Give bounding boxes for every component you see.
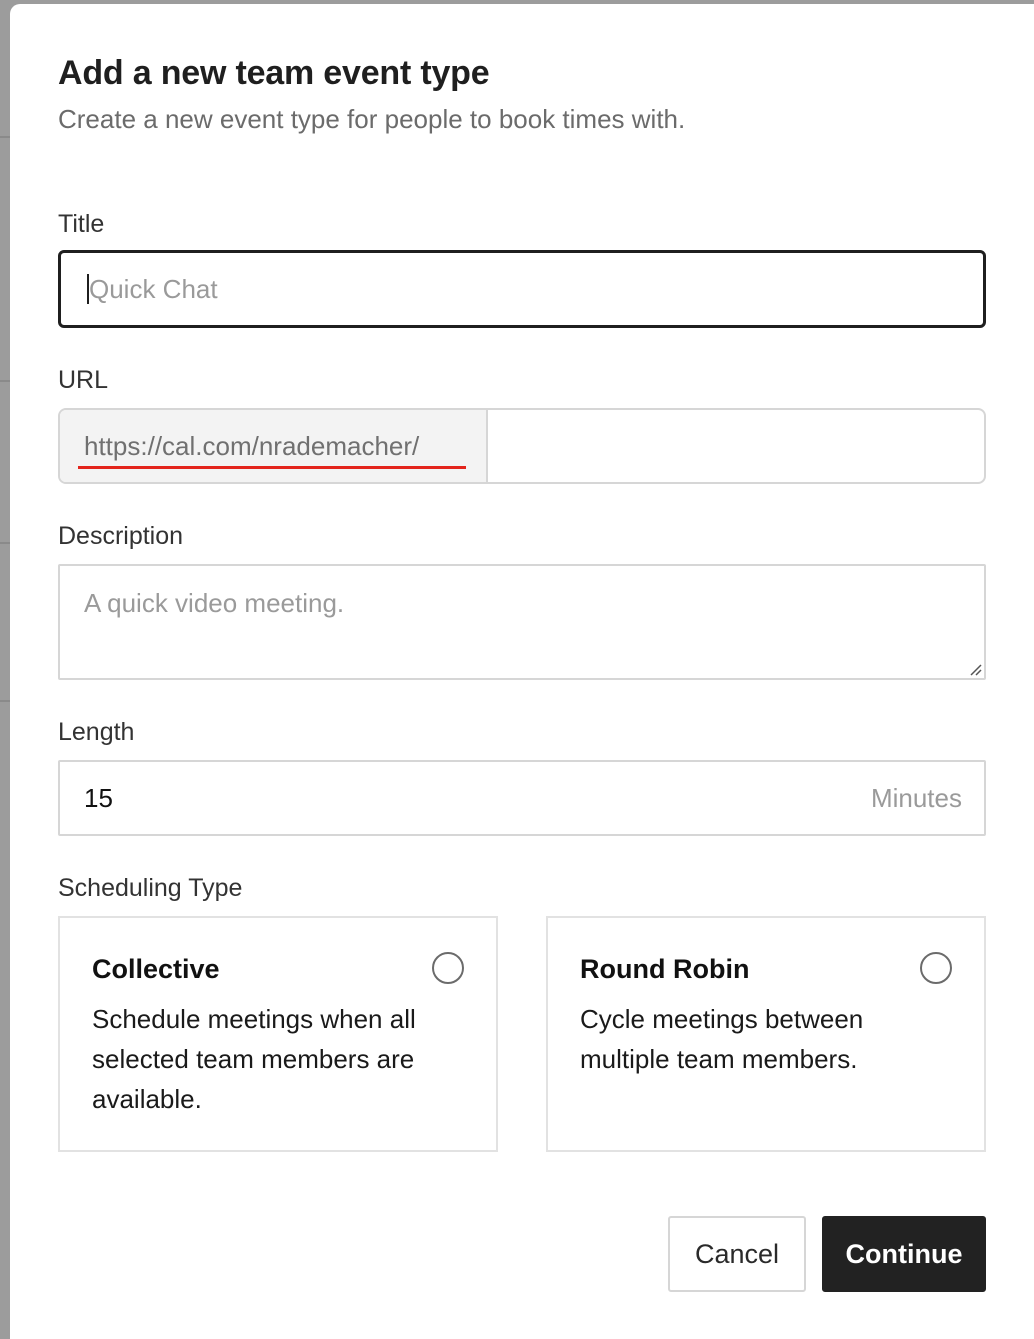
dialog-title: Add a new team event type xyxy=(58,54,490,92)
radio-button[interactable] xyxy=(920,952,952,984)
title-placeholder: Quick Chat xyxy=(89,273,218,304)
description-placeholder: A quick video meeting. xyxy=(84,588,345,618)
url-slug-input[interactable] xyxy=(488,410,984,482)
length-input[interactable]: 15 Minutes xyxy=(58,760,986,836)
url-highlight-underline xyxy=(78,466,466,469)
length-unit: Minutes xyxy=(870,782,962,813)
radio-button[interactable] xyxy=(432,952,464,984)
backdrop-divider xyxy=(0,136,10,138)
resize-grip-icon[interactable] xyxy=(968,662,982,676)
scheduling-option-round-robin[interactable]: Round Robin Cycle meetings between multi… xyxy=(546,916,986,1152)
title-input[interactable]: Quick Chat xyxy=(58,250,986,328)
description-label: Description xyxy=(58,522,184,550)
title-label: Title xyxy=(58,210,105,238)
continue-button[interactable]: Continue xyxy=(822,1216,986,1292)
description-textarea[interactable]: A quick video meeting. xyxy=(58,564,986,680)
cancel-button[interactable]: Cancel xyxy=(668,1216,806,1292)
backdrop-divider xyxy=(0,542,10,544)
length-value: 15 xyxy=(84,782,113,813)
scheduling-option-collective[interactable]: Collective Schedule meetings when all se… xyxy=(58,916,498,1152)
option-description: Schedule meetings when all selected team… xyxy=(92,1004,416,1114)
url-label: URL xyxy=(58,366,109,394)
url-prefix-text: https://cal.com/nrademacher/ xyxy=(84,430,420,461)
scheduling-type-label: Scheduling Type xyxy=(58,874,243,902)
backdrop-divider xyxy=(0,700,10,702)
url-prefix: https://cal.com/nrademacher/ xyxy=(60,410,488,482)
dialog-subtitle: Create a new event type for people to bo… xyxy=(58,104,686,134)
option-title: Round Robin xyxy=(580,954,750,984)
option-title: Collective xyxy=(92,954,220,984)
backdrop-divider xyxy=(0,380,10,382)
length-label: Length xyxy=(58,718,135,746)
url-input-group: https://cal.com/nrademacher/ xyxy=(58,408,986,484)
add-event-type-dialog: Add a new team event type Create a new e… xyxy=(10,4,1034,1339)
option-description: Cycle meetings between multiple team mem… xyxy=(580,1004,864,1074)
